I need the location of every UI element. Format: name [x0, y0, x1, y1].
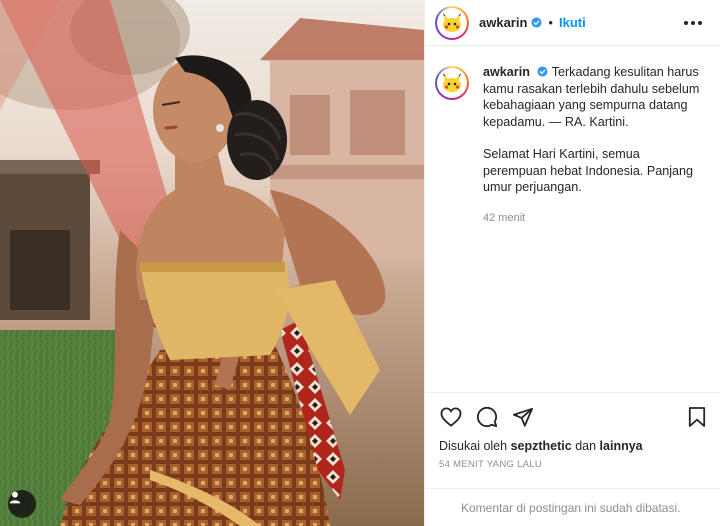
avatar[interactable]: [435, 5, 469, 40]
post-sidebar: awkarin • Ikuti awkarin Terkadang kesuli…: [424, 0, 720, 526]
bookmark-icon: [688, 407, 706, 427]
post-author-username[interactable]: awkarin: [479, 15, 527, 30]
caption-avatar-image: [437, 68, 467, 98]
caption-text-2: Selamat Hari Kartini, semua perempuan he…: [483, 147, 694, 194]
share-icon: [513, 407, 533, 427]
post-photo-art: [0, 0, 424, 526]
verified-badge-icon: [531, 17, 542, 28]
more-options-icon[interactable]: [680, 17, 706, 29]
caption-avatar[interactable]: [435, 66, 469, 100]
likes-user-link[interactable]: sepzthetic: [511, 439, 572, 453]
comment-icon: [476, 406, 498, 428]
post-timestamp[interactable]: 54 MENIT YANG LALU: [439, 459, 709, 470]
post-header: awkarin • Ikuti: [425, 0, 720, 46]
avatar-image: [437, 7, 467, 38]
share-button[interactable]: [511, 405, 535, 429]
user-tag-icon: [9, 491, 21, 504]
likes-summary: Disukai oleh sepzthetic dan lainnya: [439, 439, 709, 453]
pikachu-avatar-icon: [443, 73, 461, 92]
caption-body: awkarin Terkadang kesulitan harus kamu r…: [483, 64, 706, 391]
action-bar: [439, 393, 709, 441]
header-separator: •: [548, 15, 553, 30]
post-actions-area: Disukai oleh sepzthetic dan lainnya 54 M…: [425, 392, 720, 470]
like-button[interactable]: [439, 405, 463, 429]
caption-username[interactable]: awkarin: [483, 65, 530, 79]
follow-button[interactable]: Ikuti: [559, 15, 586, 30]
heart-icon: [440, 407, 462, 427]
comment-button[interactable]: [475, 405, 499, 429]
pikachu-avatar-icon: [443, 12, 461, 32]
verified-badge-icon: [537, 66, 548, 77]
save-button[interactable]: [685, 405, 709, 429]
post-photo[interactable]: [0, 0, 424, 526]
user-tag-button[interactable]: [8, 490, 36, 518]
comments-disabled-notice: Komentar di postingan ini sudah dibatasi…: [425, 488, 720, 526]
likes-prefix: Disukai oleh: [439, 439, 508, 453]
caption-timestamp: 42 menit: [483, 211, 526, 224]
likes-others-link[interactable]: lainnya: [600, 439, 643, 453]
caption-text-block: awkarin Terkadang kesulitan harus kamu r…: [483, 64, 706, 130]
likes-connector: dan: [575, 439, 597, 453]
caption: awkarin Terkadang kesulitan harus kamu r…: [425, 46, 720, 391]
